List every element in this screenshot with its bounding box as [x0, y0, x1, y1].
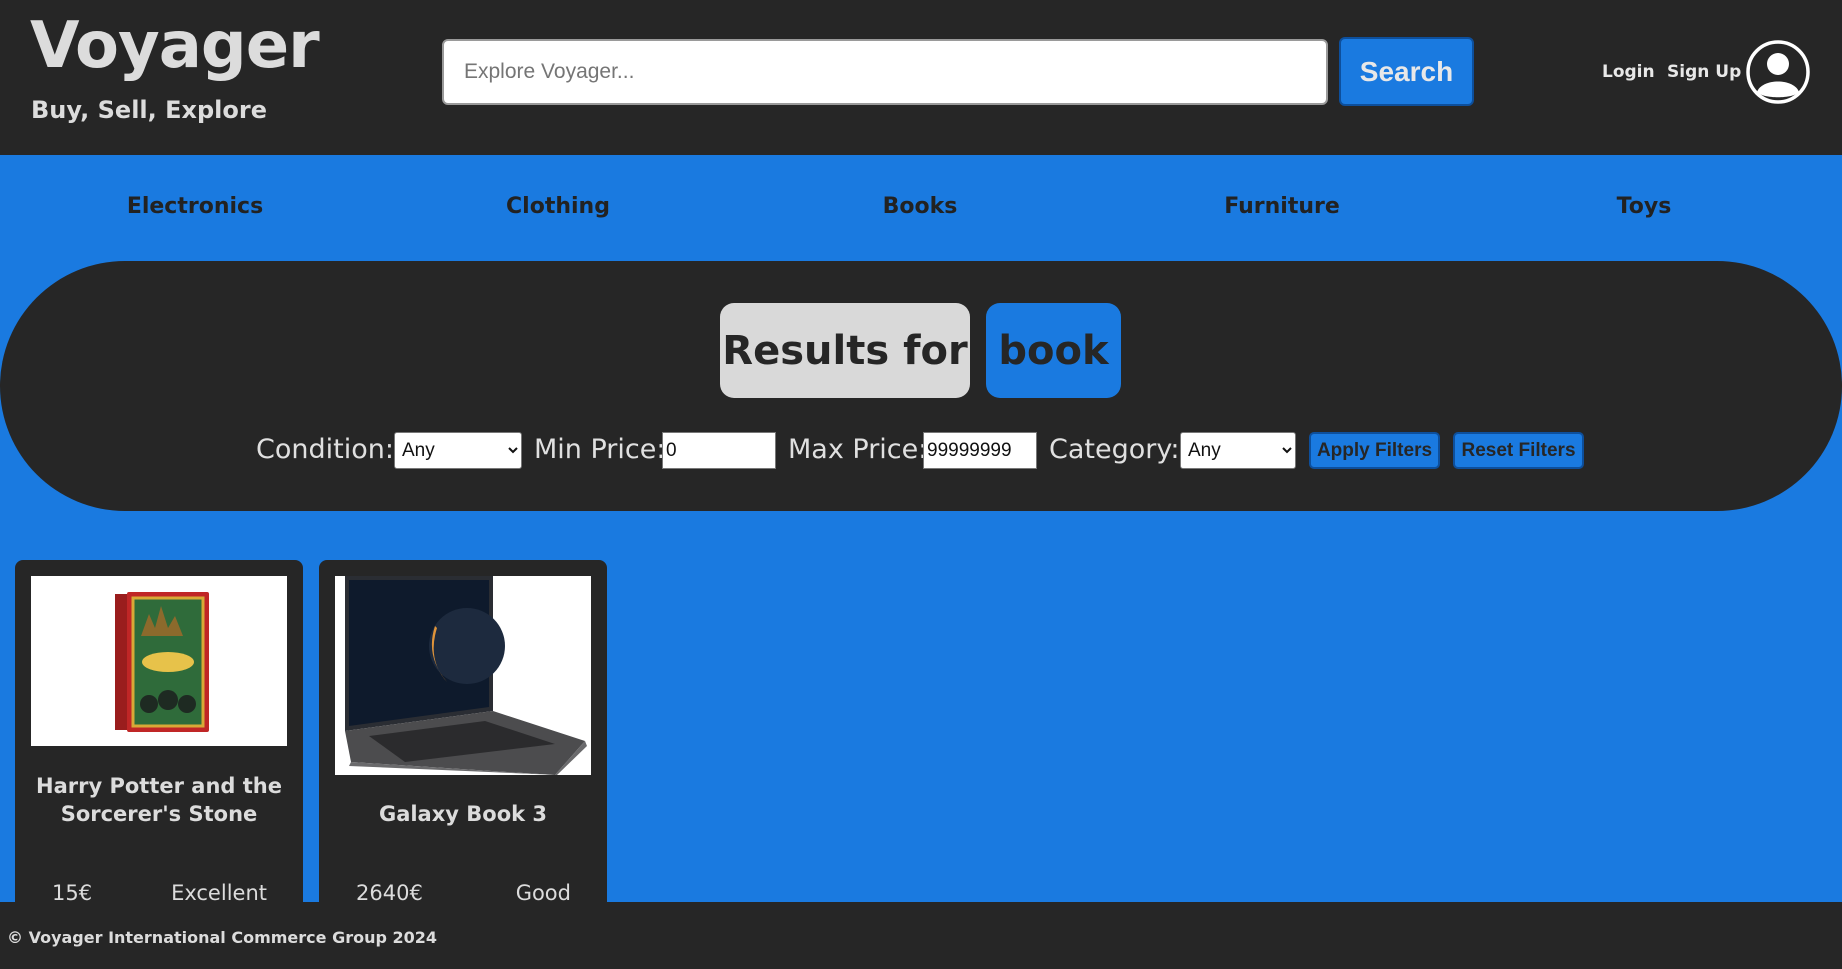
min-price-label: Min Price:	[534, 434, 666, 465]
product-title-line2: Sorcerer's Stone	[60, 802, 258, 826]
book-cover-image	[31, 576, 287, 746]
user-avatar-icon[interactable]	[1746, 40, 1810, 104]
product-title: Galaxy Book 3	[378, 802, 548, 826]
category-furniture[interactable]: Furniture	[1224, 194, 1340, 219]
category-clothing[interactable]: Clothing	[506, 194, 610, 219]
max-price-label: Max Price:	[788, 434, 928, 465]
search-button[interactable]: Search	[1339, 37, 1474, 106]
category-select[interactable]: Any	[1180, 432, 1296, 469]
condition-select[interactable]: Any	[394, 432, 522, 469]
site-header: Voyager Buy, Sell, Explore Search Login …	[0, 0, 1842, 155]
min-price-input[interactable]	[662, 432, 776, 469]
product-card[interactable]: Galaxy Book 3 2640€ Good	[319, 560, 607, 905]
results-label: Results for	[720, 303, 970, 398]
category-electronics[interactable]: Electronics	[127, 194, 263, 219]
category-filter-label: Category:	[1049, 434, 1180, 465]
login-link[interactable]: Login	[1602, 62, 1655, 82]
condition-label: Condition:	[256, 434, 394, 465]
results-query: book	[986, 303, 1121, 398]
product-image	[335, 576, 591, 775]
footer-copyright: © Voyager International Commerce Group 2…	[7, 928, 438, 947]
search-input[interactable]	[442, 39, 1328, 105]
apply-filters-button[interactable]: Apply Filters	[1309, 432, 1440, 469]
site-footer: © Voyager International Commerce Group 2…	[0, 902, 1842, 969]
product-title-line1: Harry Potter and the	[36, 774, 282, 798]
brand-title[interactable]: Voyager	[30, 14, 320, 78]
category-toys[interactable]: Toys	[1617, 194, 1672, 219]
max-price-input[interactable]	[923, 432, 1037, 469]
brand-tagline: Buy, Sell, Explore	[31, 96, 268, 124]
category-nav: Electronics Clothing Books Furniture Toy…	[0, 155, 1842, 260]
product-image	[31, 576, 287, 746]
category-books[interactable]: Books	[883, 194, 958, 219]
signup-link[interactable]: Sign Up	[1667, 62, 1741, 82]
laptop-image	[335, 576, 591, 775]
reset-filters-button[interactable]: Reset Filters	[1453, 432, 1584, 469]
product-card[interactable]: Harry Potter and the Sorcerer's Stone 15…	[15, 560, 303, 905]
